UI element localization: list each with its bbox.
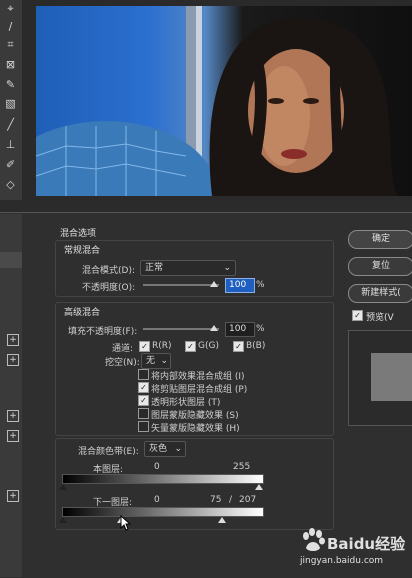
under-layer-slash: / [229,495,233,505]
under-layer-max: 207 [239,495,257,505]
healing-icon[interactable]: ▧ [4,97,17,110]
eyedropper-icon[interactable]: ✎ [4,78,17,91]
knockout-select[interactable]: 无 ⌄ [141,353,171,369]
blend-mode-value: 正常 [145,263,164,273]
watermark-brand: Baidu经验 [327,535,406,553]
opacity-slider[interactable] [143,284,219,286]
transparency-shapes-label: 透明形状图层 (T) [151,398,221,408]
crop-icon[interactable]: ⌗ [4,38,17,51]
ok-button[interactable]: 确定 [348,230,412,249]
this-layer-max: 255 [233,462,251,472]
channel-b-label: B(B) [246,341,266,351]
under-layer-gradient[interactable] [62,507,264,517]
this-layer-gradient[interactable] [62,474,264,484]
vector-mask-hides-label: 矢量蒙版隐藏效果 (H) [151,424,240,434]
this-layer-white-thumb[interactable] [255,484,263,490]
channel-g-label: G(G) [198,341,219,351]
knockout-label: 挖空(N): [105,358,140,368]
preview-label: 预览(V [366,313,394,323]
styles-list: + + + + + [0,214,22,577]
preview-panel [348,330,412,426]
tool-panel: ⌖ / ⌗ ⊠ ✎ ▧ ╱ ⊥ ✐ ◇ [0,0,22,200]
transparency-shapes-checkbox[interactable]: ✓ [138,395,149,406]
canvas-image [36,6,412,196]
channel-g-checkbox[interactable]: ✓ [185,341,196,352]
watermark-url: jingyan.baidu.com [300,556,384,566]
layer-mask-hides-checkbox[interactable] [138,408,149,419]
mouse-cursor-icon [120,515,132,531]
channel-r-label: R(R) [152,341,172,351]
brush-icon[interactable]: / [4,20,17,33]
add-style-icon[interactable]: + [7,410,19,422]
blend-clipped-layers-label: 将剪贴图层混合成组 (P) [151,385,248,395]
frame-icon[interactable]: ⊠ [4,58,17,71]
add-style-icon[interactable]: + [7,490,19,502]
blend-if-value: 灰色 [149,444,168,454]
eraser-icon[interactable]: ◇ [4,178,17,191]
chevron-down-icon: ⌄ [174,444,182,454]
preview-checkbox[interactable]: ✓ [352,310,363,321]
add-style-icon[interactable]: + [7,354,19,366]
chevron-down-icon: ⌄ [223,263,231,273]
blend-mode-select[interactable]: 正常 ⌄ [140,260,236,276]
lasso-icon[interactable]: ⌖ [4,2,17,15]
stamp-icon[interactable]: ⊥ [4,138,17,151]
blend-interior-effects-label: 将内部效果混合成组 (I) [151,372,245,382]
channel-b-checkbox[interactable]: ✓ [233,341,244,352]
general-blending-title: 常规混合 [64,246,101,256]
opacity-percent: % [256,280,265,290]
blend-if-select[interactable]: 灰色 ⌄ [144,441,186,457]
under-layer-min: 0 [154,495,160,505]
opacity-slider-thumb[interactable] [210,281,218,287]
new-style-button[interactable]: 新建样式( [348,284,412,303]
fill-opacity-percent: % [256,324,265,334]
section-title: 混合选项 [60,229,97,239]
this-layer-black-thumb[interactable] [59,484,67,490]
layer-mask-hides-label: 图层蒙版隐藏效果 (S) [151,411,239,421]
under-layer-black-thumb[interactable] [59,517,67,523]
under-layer-white-thumb[interactable] [218,517,226,523]
blend-interior-effects-checkbox[interactable] [138,369,149,380]
knockout-value: 无 [146,356,156,366]
baidu-paw-icon [303,528,325,551]
under-layer-split: 75 [210,495,222,505]
fill-opacity-label: 填充不透明度(F): [68,327,138,337]
fill-opacity-slider[interactable] [143,328,219,330]
channel-r-checkbox[interactable]: ✓ [139,341,150,352]
chevron-down-icon: ⌄ [160,356,168,366]
preview-swatch [371,353,412,401]
advanced-blending-title: 高级混合 [64,308,101,318]
add-style-icon[interactable]: + [7,430,19,442]
brush-tool-icon[interactable]: ╱ [4,118,17,131]
fill-opacity-field[interactable]: 100 [225,322,255,337]
blend-if-label: 混合颜色带(E): [78,447,139,457]
fill-opacity-slider-thumb[interactable] [210,325,218,331]
add-style-icon[interactable]: + [7,334,19,346]
reset-button[interactable]: 复位 [348,257,412,276]
blend-clipped-layers-checkbox[interactable]: ✓ [138,382,149,393]
opacity-field[interactable]: 100 [225,278,255,293]
channels-label: 通道: [112,344,134,354]
blend-mode-label: 混合模式(D): [82,266,135,276]
this-layer-min: 0 [154,462,160,472]
vector-mask-hides-checkbox[interactable] [138,421,149,432]
styles-list-selected[interactable] [0,252,22,268]
opacity-label: 不透明度(O): [82,283,136,293]
history-brush-icon[interactable]: ✐ [4,158,17,171]
